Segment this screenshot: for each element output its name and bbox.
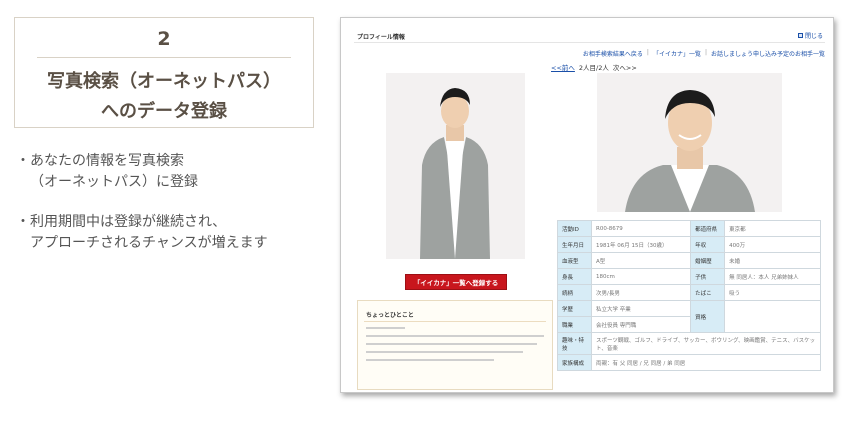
table-value: 両親：有 父 同居 / 兄 同居 / 弟 同居 (591, 354, 821, 371)
bullet-mark: ・ (16, 153, 30, 169)
table-key: 年収 (690, 236, 726, 253)
bullet-line: あなたの情報を写真検索 (30, 153, 184, 169)
table-value: 次男/長男 (590, 284, 692, 301)
step-title: 写真検索（オーネットパス） へのデータ登録 (15, 67, 313, 127)
table-value: 無 同居人：本人 兄弟姉妹人 (724, 268, 821, 285)
table-key: 学歴 (557, 300, 592, 317)
step-number: 2 (157, 28, 171, 50)
table-row: 血液型 A型 婚姻歴 未婚 (557, 252, 821, 269)
close-button[interactable]: 閉じる (797, 31, 823, 40)
table-key: 職業 (557, 316, 592, 333)
table-key: 都道府県 (690, 220, 726, 237)
table-key: 婚姻歴 (690, 252, 726, 269)
close-label: 閉じる (804, 33, 823, 40)
hitokoto-title: ちょっとひとこと (366, 312, 414, 319)
square-icon (797, 33, 803, 38)
hitokoto-box: ちょっとひとこと (357, 300, 553, 390)
bullet-item: ・ 利用期間中は登録が継続され、 アプローチされるチャンスが増えます (16, 212, 326, 254)
hitokoto-divider (364, 321, 546, 322)
profile-screenshot: プロフィール情報 閉じる お相手検索結果へ戻る | 「イイカナ」一覧 | お話し… (340, 17, 834, 393)
table-key: 身長 (557, 268, 592, 285)
bullet-line: アプローチされるチャンスが増えます (30, 235, 268, 251)
next-link[interactable]: 次へ>> (613, 62, 637, 72)
table-key: 趣味・特技 (557, 332, 592, 355)
bullet-line: （オーネットパス）に登録 (30, 174, 198, 190)
table-value: 1981年 06月 15日（30歳） (590, 236, 692, 253)
profile-nav-links: お相手検索結果へ戻る | 「イイカナ」一覧 | お話しましょう申し込み予定のお相… (583, 49, 825, 58)
hitokoto-text (366, 327, 544, 367)
nav-separator: | (704, 49, 707, 56)
back-to-results-link[interactable]: お相手検索結果へ戻る (583, 49, 643, 58)
table-key: 家族構成 (557, 354, 592, 371)
step-card: 2 写真検索（オーネットパス） へのデータ登録 (14, 17, 314, 128)
table-row: 家族構成 両親：有 父 同居 / 兄 同居 / 弟 同居 (557, 354, 821, 371)
table-key: 続柄 (557, 284, 592, 301)
table-value: 会社役員 専門職 (590, 316, 692, 333)
profile-header-title: プロフィール情報 (357, 34, 405, 41)
step-title-line1: 写真検索（オーネットパス） (47, 71, 281, 92)
table-key: 資格 (690, 300, 726, 333)
table-key: 活動ID (557, 220, 592, 237)
table-row: 身長 180cm 子供 無 同居人：本人 兄弟姉妹人 (557, 268, 821, 285)
table-row: 趣味・特技 スポーツ観戦、ゴルフ、ドライブ、サッカー、ボウリング、映画鑑賞、テニ… (557, 332, 821, 355)
table-value: 吸う (724, 284, 821, 301)
table-value (724, 300, 821, 333)
table-value: 私立大学 卒業 (590, 300, 692, 317)
table-value: 東京都 (724, 220, 821, 237)
talk-list-link[interactable]: お話しましょう申し込み予定のお相手一覧 (711, 49, 825, 58)
table-row: 学歴 私立大学 卒業 資格 (557, 300, 821, 333)
bullet-list: ・ あなたの情報を写真検索 （オーネットパス）に登録 ・ 利用期間中は登録が継続… (16, 151, 326, 273)
table-value: スポーツ観戦、ゴルフ、ドライブ、サッカー、ボウリング、映画鑑賞、テニス、バスケッ… (591, 332, 821, 355)
bullet-item: ・ あなたの情報を写真検索 （オーネットパス）に登録 (16, 151, 326, 193)
table-value: 400万 (724, 236, 821, 253)
ikana-list-link[interactable]: 「イイカナ」一覧 (653, 49, 701, 58)
profile-header: プロフィール情報 閉じる (354, 29, 825, 43)
table-value: 未婚 (724, 252, 821, 269)
pager-position: 2人目/2人 (578, 64, 609, 72)
table-key: たばこ (690, 284, 726, 301)
table-value: R00-8679 (590, 220, 692, 237)
step-title-line2: へのデータ登録 (101, 101, 227, 122)
table-row: 活動ID R00-8679 都道府県 東京都 (557, 220, 821, 237)
table-key: 子供 (690, 268, 726, 285)
profile-photo-portrait (597, 73, 782, 212)
table-row: 生年月日 1981年 06月 15日（30歳） 年収 400万 (557, 236, 821, 253)
bullet-mark: ・ (16, 214, 30, 230)
nav-separator: | (646, 49, 649, 56)
bullet-line: 利用期間中は登録が継続され、 (30, 214, 227, 230)
table-value: 180cm (590, 268, 692, 285)
step-divider (37, 57, 291, 58)
profile-info-table: 活動ID R00-8679 都道府県 東京都 生年月日 1981年 06月 15… (557, 220, 821, 371)
register-ikana-button[interactable]: 「イイカナ」一覧へ登録する (405, 274, 507, 290)
table-key: 血液型 (557, 252, 592, 269)
profile-pager: <<前へ 2人目/2人 次へ>> (551, 62, 637, 72)
table-key: 生年月日 (557, 236, 592, 253)
table-row: 続柄 次男/長男 たばこ 吸う (557, 284, 821, 301)
prev-link[interactable]: <<前へ (551, 62, 575, 72)
profile-photo-full-body (386, 73, 525, 259)
table-value: A型 (590, 252, 692, 269)
